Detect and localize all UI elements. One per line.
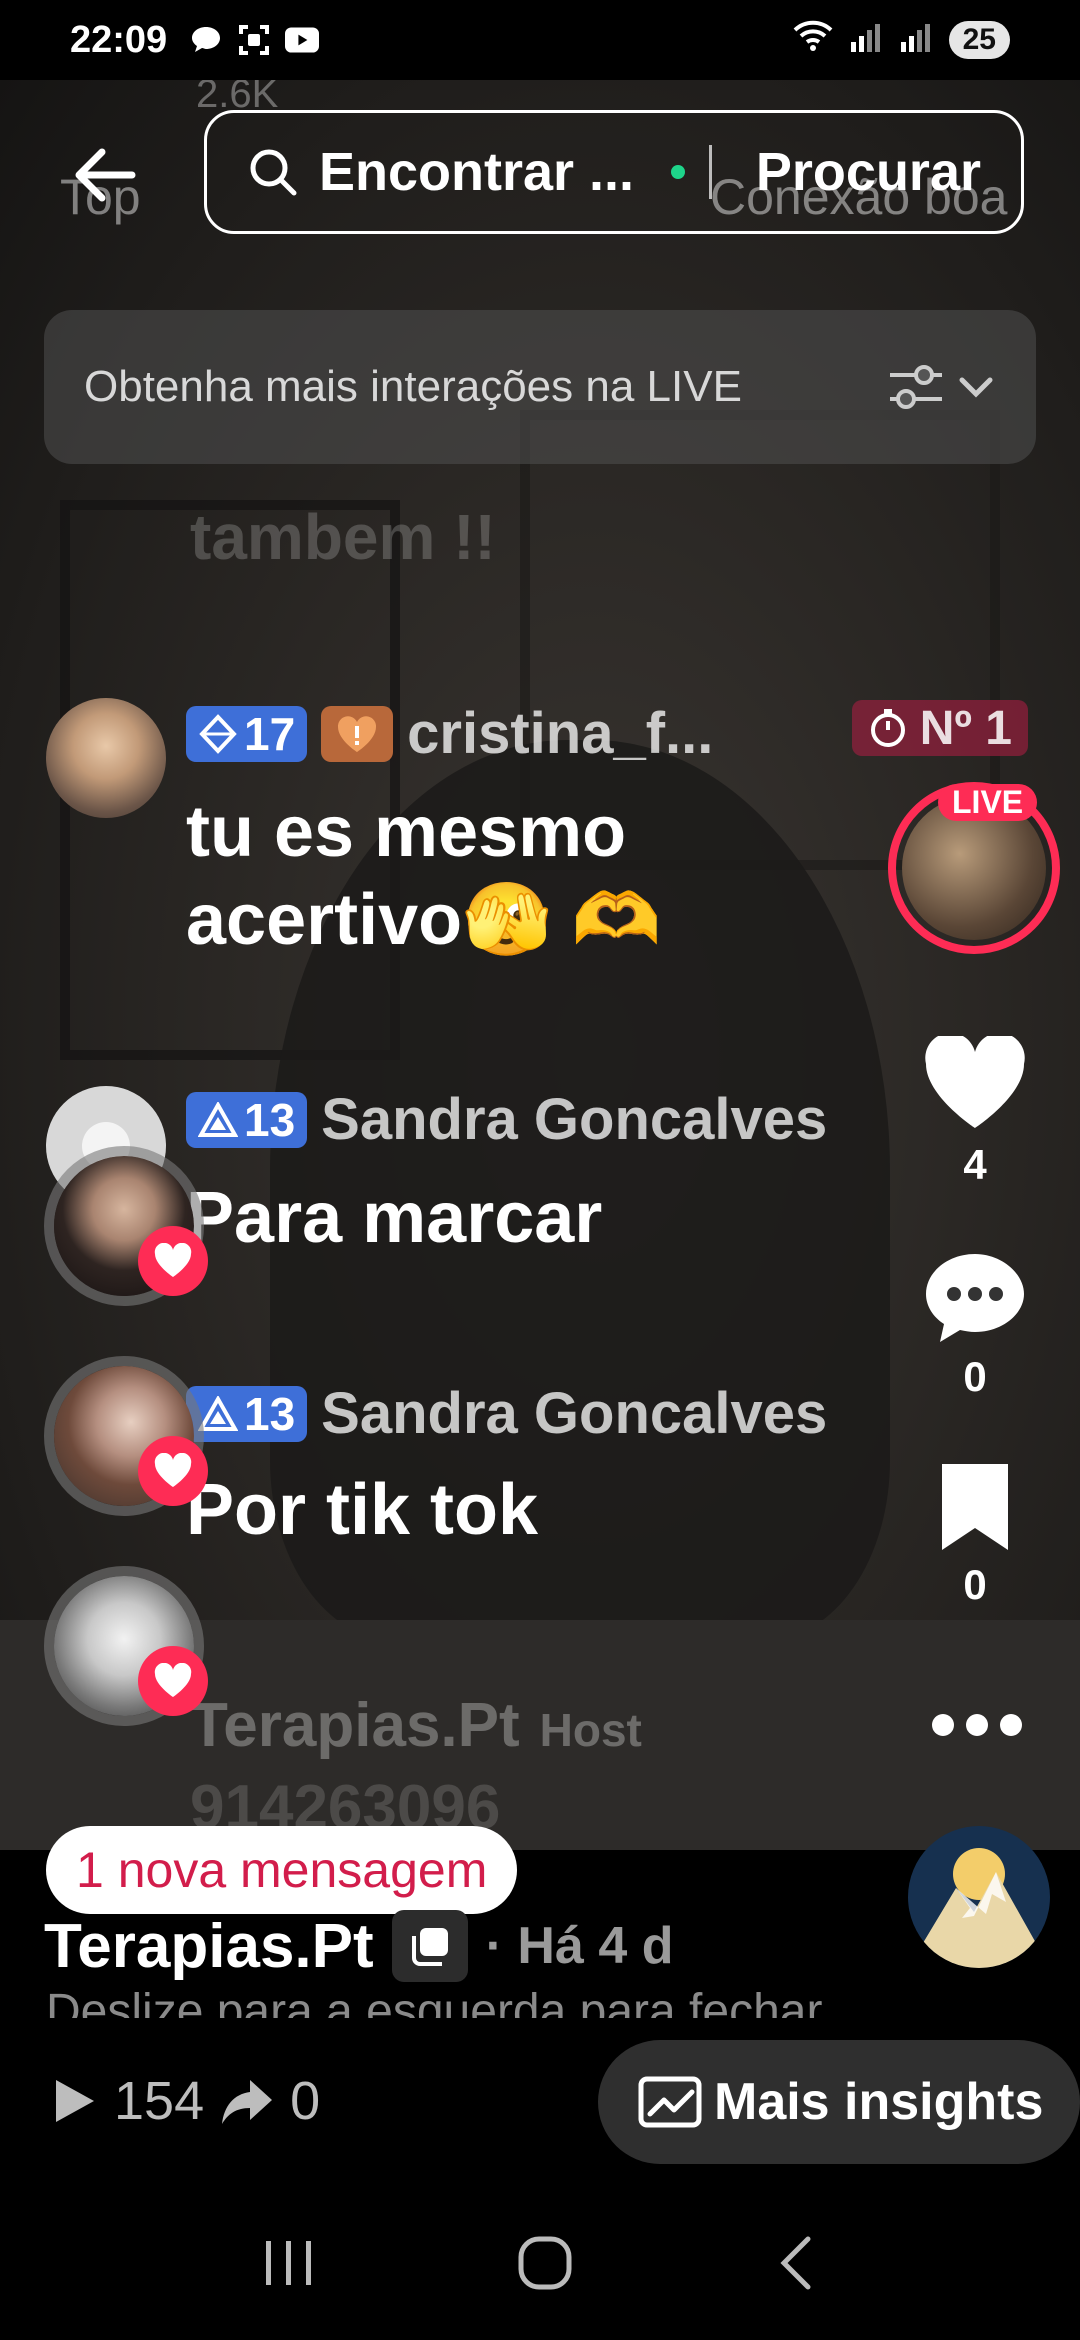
like-heart-badge bbox=[138, 1646, 208, 1716]
post-stats: 154 0 bbox=[50, 2070, 320, 2132]
heart-icon bbox=[154, 1243, 192, 1277]
liker-avatar-3[interactable] bbox=[44, 1566, 208, 1726]
level-number: 13 bbox=[244, 1093, 296, 1146]
username[interactable]: cristina_f... bbox=[407, 700, 713, 767]
creator-avatar[interactable] bbox=[908, 1826, 1050, 1968]
chevron-down-icon bbox=[959, 377, 993, 398]
insights-button[interactable]: Mais insights bbox=[598, 2040, 1080, 2164]
comment-text: Para marcar bbox=[186, 1178, 603, 1258]
signal-icon bbox=[849, 19, 883, 62]
comment-text: tu es mesmo acertivo🫣 🫶 bbox=[186, 792, 662, 960]
back-chevron-icon bbox=[780, 2236, 811, 2289]
wifi-icon bbox=[793, 19, 833, 62]
filter-settings-icon bbox=[890, 365, 942, 409]
swipe-hint: Deslize para a esquerda para fechar bbox=[46, 1985, 823, 2018]
youtube-icon bbox=[285, 23, 320, 57]
heart-icon bbox=[338, 715, 377, 752]
save-count: 0 bbox=[963, 1561, 987, 1608]
share-count: 0 bbox=[290, 2071, 321, 2131]
live-badge: LIVE bbox=[938, 784, 1038, 821]
signal-icon-2 bbox=[899, 19, 933, 62]
copy-icon[interactable] bbox=[391, 1910, 468, 1982]
comment-meta: 17 cristina_f... bbox=[186, 700, 713, 767]
rank-badge: Nº 1 bbox=[851, 700, 1028, 756]
recents-button[interactable] bbox=[258, 2235, 318, 2296]
comment-button[interactable]: 0 bbox=[920, 1248, 1030, 1401]
banner-controls[interactable] bbox=[886, 359, 996, 415]
status-dot bbox=[670, 165, 685, 179]
post-age: · Há 4 d bbox=[485, 1917, 674, 1975]
username[interactable]: Sandra Goncalves bbox=[321, 1380, 827, 1447]
stopwatch-icon bbox=[870, 709, 905, 747]
search-bar[interactable]: Encontrar ... Procurar bbox=[204, 110, 1024, 234]
level-badge: 17 bbox=[186, 705, 308, 762]
fan-badge bbox=[321, 705, 394, 762]
home-button[interactable] bbox=[515, 2233, 575, 2298]
mountain-logo-icon bbox=[908, 1826, 1050, 1968]
liker-avatar-2[interactable] bbox=[44, 1356, 208, 1516]
search-divider bbox=[708, 145, 712, 199]
heart-icon bbox=[154, 1663, 192, 1697]
insights-label: Mais insights bbox=[714, 2073, 1044, 2131]
interactions-banner[interactable]: Obtenha mais interações na LIVE bbox=[44, 310, 1036, 464]
host-name-ghost: Terapias.Pt bbox=[190, 1691, 520, 1760]
comment-bubble-icon bbox=[926, 1254, 1024, 1342]
back-nav-button[interactable] bbox=[772, 2233, 822, 2298]
host-tag: Host bbox=[539, 1704, 642, 1756]
chart-trend-icon bbox=[638, 2076, 702, 2128]
new-message-pill[interactable]: 1 nova mensagem bbox=[46, 1826, 518, 1914]
status-bar: 22:09 25 bbox=[0, 0, 1080, 80]
comment-meta: 13 Sandra Goncalves bbox=[186, 1380, 827, 1447]
heart-icon bbox=[925, 1032, 1025, 1128]
username[interactable]: Sandra Goncalves bbox=[321, 1086, 827, 1153]
level-number: 13 bbox=[244, 1387, 296, 1440]
banner-text: Obtenha mais interações na LIVE bbox=[84, 362, 742, 411]
like-heart-badge bbox=[138, 1226, 208, 1296]
heart-icon bbox=[154, 1453, 192, 1487]
chat-bubble-icon bbox=[189, 23, 223, 57]
search-button[interactable]: Procurar bbox=[756, 141, 981, 203]
recents-icon bbox=[266, 2240, 312, 2285]
live-avatar[interactable]: LIVE bbox=[888, 782, 1060, 954]
creator-name[interactable]: Terapias.Pt bbox=[44, 1911, 374, 1982]
previous-comment-ghost: tambem !! bbox=[190, 501, 496, 573]
rank-text: Nº 1 bbox=[919, 701, 1012, 755]
level-badge: 13 bbox=[186, 1385, 308, 1442]
home-icon bbox=[518, 2236, 572, 2289]
like-count: 4 bbox=[963, 1141, 987, 1188]
more-options-icon[interactable] bbox=[932, 1710, 1022, 1740]
search-icon bbox=[250, 149, 297, 196]
comment-text: Por tik tok bbox=[186, 1470, 539, 1550]
level-number: 17 bbox=[244, 707, 296, 760]
comment-count: 0 bbox=[963, 1353, 987, 1400]
status-time: 22:09 bbox=[70, 18, 168, 61]
back-button[interactable] bbox=[70, 140, 140, 210]
creator-info: Terapias.Pt · Há 4 d bbox=[44, 1910, 673, 1982]
view-count: 154 bbox=[114, 2071, 205, 2131]
host-comment-ghost: Terapias.Pt Host bbox=[190, 1690, 642, 1761]
diamond-icon bbox=[199, 713, 237, 754]
avatar[interactable] bbox=[46, 698, 166, 818]
search-input[interactable]: Encontrar ... bbox=[319, 141, 671, 203]
play-icon bbox=[56, 2080, 94, 2122]
save-button[interactable]: 0 bbox=[920, 1462, 1030, 1609]
system-nav-bar bbox=[0, 2190, 1080, 2340]
comment-meta: 13 Sandra Goncalves bbox=[186, 1086, 827, 1153]
battery-indicator: 25 bbox=[948, 21, 1010, 59]
like-heart-badge bbox=[138, 1436, 208, 1506]
liker-avatar-1[interactable] bbox=[44, 1146, 208, 1306]
scan-icon bbox=[237, 23, 271, 57]
triangle-level-icon bbox=[198, 1395, 238, 1431]
triangle-level-icon bbox=[198, 1101, 238, 1137]
back-arrow-icon bbox=[75, 148, 136, 202]
level-badge: 13 bbox=[186, 1091, 308, 1148]
share-arrow-icon bbox=[222, 2080, 273, 2124]
bookmark-icon bbox=[942, 1464, 1008, 1550]
like-button[interactable]: 4 bbox=[920, 1032, 1030, 1189]
